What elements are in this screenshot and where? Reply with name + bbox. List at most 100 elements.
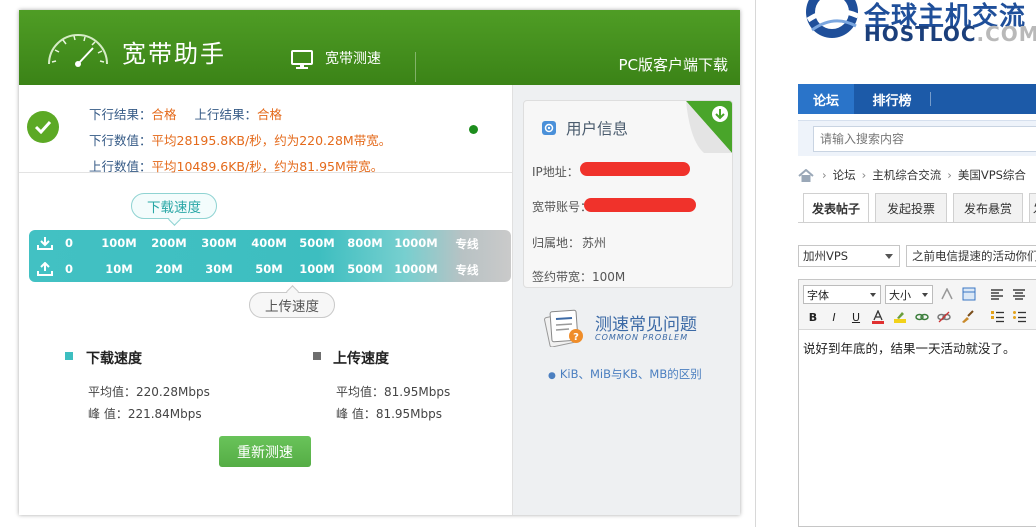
- result-line: 下行结果：合格 上行结果：合格: [89, 104, 282, 123]
- upload-speed-title: 上传速度: [333, 351, 389, 367]
- editor-content[interactable]: 说好到年底的，结果一天活动就没了。: [803, 338, 1016, 357]
- user-info-title: 用户信息: [566, 120, 629, 138]
- location-row: 归属地： 苏州: [532, 234, 606, 251]
- chevron-down-icon: [922, 293, 928, 297]
- download-corner-icon[interactable]: [686, 101, 732, 153]
- speed-scale: 0 100M 200M 300M 400M 500M 800M 1000M 专线 0 10M 20M…: [29, 230, 511, 282]
- upload-peak: 峰 值：81.95Mbps: [336, 407, 443, 421]
- upload-tick: 0: [64, 262, 74, 276]
- table-icon[interactable]: [961, 286, 977, 302]
- location-label: 归属地：: [532, 236, 581, 250]
- tab-new-post[interactable]: 发表帖子: [803, 193, 869, 223]
- download-tick: 专线: [455, 237, 479, 251]
- upload-tick: 500M: [347, 262, 383, 276]
- highlight-icon[interactable]: [892, 309, 908, 325]
- download-tick: 200M: [151, 236, 187, 250]
- breadcrumb-forum[interactable]: 论坛: [833, 167, 856, 183]
- down-value-label: 下行数值：: [89, 133, 152, 148]
- tab-speedtest[interactable]: 宽带测速: [291, 48, 381, 85]
- download-peak: 峰 值：221.84Mbps: [88, 407, 202, 421]
- color-picker-icon[interactable]: [939, 286, 955, 302]
- up-value-line: 上行数值：平均10489.6KB/秒，约为81.95M带宽。: [89, 156, 383, 175]
- faq-link-kib-mib[interactable]: ● KiB、MiB与KB、MB的区别: [548, 366, 702, 382]
- user-info-card: 用户信息 IP地址： 宽带账号： 归属地： 苏州 签约带宽：100M: [523, 100, 733, 288]
- nav-item-ranking[interactable]: 排行榜: [860, 84, 924, 114]
- upload-tick: 30M: [205, 262, 233, 276]
- home-icon[interactable]: [798, 168, 814, 182]
- font-color-icon[interactable]: [870, 309, 886, 325]
- ip-redaction: [580, 162, 690, 176]
- link-icon[interactable]: [914, 309, 930, 325]
- pc-client-download-link[interactable]: PC版客户端下载: [618, 54, 728, 75]
- download-tick: 1000M: [394, 236, 438, 250]
- upload-icon: [37, 262, 53, 276]
- down-value-line: 下行数值：平均28195.8KB/秒，约为220.28M带宽。: [89, 130, 391, 149]
- upload-tick: 10M: [105, 262, 133, 276]
- logo-en-bright: HOSTLOC: [864, 22, 977, 46]
- bandwidth-value: 100M: [592, 270, 626, 284]
- faq-title[interactable]: 测速常见问题: [595, 310, 697, 335]
- down-result-value: 合格: [151, 107, 177, 122]
- tab-new-reward[interactable]: 发布悬赏: [953, 193, 1023, 223]
- success-check-icon: [27, 111, 59, 143]
- up-result-value: 合格: [257, 107, 283, 122]
- speedometer-icon: [48, 34, 108, 67]
- download-avg: 平均值：220.28Mbps: [88, 385, 210, 399]
- monitor-icon: [291, 50, 313, 69]
- breadcrumb-separator: ›: [861, 168, 867, 182]
- clear-format-icon[interactable]: [959, 309, 975, 325]
- ordered-list-icon[interactable]: [989, 309, 1005, 325]
- faq-link-label: KiB、MiB与KB、MB的区别: [559, 367, 702, 381]
- font-family-select[interactable]: 字体: [803, 285, 881, 304]
- tab-more[interactable]: 发: [1029, 193, 1036, 223]
- post-editor: 字体 大小 B I U 说好到年底的，结果一天活动就没了。: [798, 279, 1036, 527]
- download-tick: 800M: [347, 236, 383, 250]
- breadcrumb-us-vps[interactable]: 美国VPS综合: [958, 167, 1026, 183]
- italic-icon[interactable]: I: [826, 309, 842, 325]
- category-select[interactable]: 加州VPS: [798, 245, 900, 267]
- upload-legend-swatch: [313, 352, 321, 360]
- editor-toolbar: 字体 大小 B I U: [799, 280, 1036, 330]
- tab-divider: [415, 52, 416, 82]
- up-value-label: 上行数值：: [89, 159, 152, 174]
- download-tick: 0: [64, 236, 74, 250]
- account-label: 宽带账号：: [532, 200, 593, 214]
- tab-speedtest-label: 宽带测速: [325, 51, 381, 67]
- forum-page: 全球主机交流 HOSTLOC.COM 论坛 排行榜 请输入搜索内容 › 论坛 ›…: [755, 0, 1036, 527]
- category-value: 加州VPS: [803, 249, 849, 263]
- align-center-icon[interactable]: [1011, 286, 1027, 302]
- nav-item-forum[interactable]: 论坛: [798, 84, 854, 114]
- app-title: 宽带助手: [122, 40, 226, 68]
- bold-icon[interactable]: B: [805, 309, 821, 325]
- breadcrumb-hosting[interactable]: 主机综合交流: [872, 167, 941, 183]
- logo-title-en: HOSTLOC.COM: [864, 22, 1036, 46]
- thread-title-input[interactable]: 之前电信提速的活动你们: [906, 245, 1036, 267]
- forum-nav-bar: 论坛 排行榜: [798, 84, 1036, 114]
- font-select-label: 字体: [807, 288, 829, 302]
- tab-underline: [798, 222, 1036, 223]
- download-tick: 300M: [201, 236, 237, 250]
- logo-en-dim: .COM: [976, 22, 1036, 46]
- account-redaction: [584, 198, 696, 212]
- bandwidth-row: 签约带宽：100M: [532, 268, 625, 285]
- bandwidth-label: 签约带宽：: [532, 270, 593, 284]
- font-size-select[interactable]: 大小: [885, 285, 933, 304]
- unordered-list-icon[interactable]: [1011, 309, 1027, 325]
- chevron-down-icon: [885, 254, 893, 259]
- download-legend-swatch: [65, 352, 73, 360]
- upload-tick: 20M: [155, 262, 183, 276]
- tab-new-poll[interactable]: 发起投票: [875, 193, 947, 223]
- unlink-icon[interactable]: [936, 309, 952, 325]
- faq-subtitle: COMMON PROBLEM: [595, 333, 689, 342]
- upload-speed-bubble: 上传速度: [249, 292, 335, 318]
- retest-button[interactable]: 重新测速: [219, 436, 311, 467]
- search-input[interactable]: 请输入搜索内容: [813, 126, 1036, 152]
- download-icon: [37, 237, 53, 250]
- upload-tick: 50M: [255, 262, 283, 276]
- download-tick: 400M: [251, 236, 287, 250]
- search-bar: 请输入搜索内容: [798, 120, 1036, 156]
- upload-tick: 100M: [299, 262, 335, 276]
- chevron-down-icon: [870, 293, 876, 297]
- align-left-icon[interactable]: [989, 286, 1005, 302]
- underline-icon[interactable]: U: [848, 309, 864, 325]
